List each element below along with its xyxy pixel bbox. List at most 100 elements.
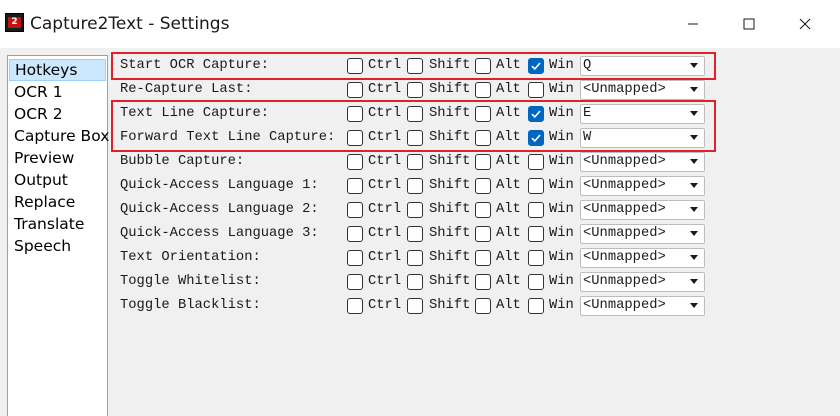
shift-checkbox[interactable] bbox=[407, 178, 423, 194]
ctrl-checkbox[interactable] bbox=[347, 298, 363, 314]
ctrl-checkbox[interactable] bbox=[347, 274, 363, 290]
alt-checkbox-label[interactable]: Alt bbox=[496, 249, 521, 267]
ctrl-checkbox[interactable] bbox=[347, 178, 363, 194]
key-dropdown-value: <Unmapped> bbox=[583, 226, 666, 241]
red-highlight-box bbox=[111, 100, 716, 152]
alt-checkbox[interactable] bbox=[475, 154, 491, 170]
sidebar-item-ocr-2[interactable]: OCR 2 bbox=[8, 103, 107, 125]
sidebar-item-output[interactable]: Output bbox=[8, 169, 107, 191]
alt-checkbox[interactable] bbox=[475, 226, 491, 242]
ctrl-checkbox-label[interactable]: Ctrl bbox=[368, 177, 401, 195]
shift-checkbox[interactable] bbox=[407, 226, 423, 242]
ctrl-checkbox[interactable] bbox=[347, 202, 363, 218]
alt-checkbox-label[interactable]: Alt bbox=[496, 201, 521, 219]
hotkey-row-quick-access-language-3: Quick-Access Language 3: Ctrl Shift Alt Win <… bbox=[120, 223, 710, 245]
key-dropdown-value: <Unmapped> bbox=[583, 178, 666, 193]
maximize-button[interactable] bbox=[721, 4, 777, 44]
shift-checkbox-label[interactable]: Shift bbox=[429, 81, 470, 99]
close-button[interactable] bbox=[777, 4, 833, 44]
key-dropdown-value: <Unmapped> bbox=[583, 82, 666, 97]
win-checkbox-label[interactable]: Win bbox=[549, 249, 574, 267]
alt-checkbox-label[interactable]: Alt bbox=[496, 153, 521, 171]
key-dropdown-value: <Unmapped> bbox=[583, 250, 666, 265]
key-dropdown[interactable]: <Unmapped> bbox=[580, 224, 705, 244]
win-checkbox[interactable] bbox=[528, 202, 544, 218]
win-checkbox[interactable] bbox=[528, 250, 544, 266]
shift-checkbox[interactable] bbox=[407, 298, 423, 314]
shift-checkbox-label[interactable]: Shift bbox=[429, 249, 470, 267]
win-checkbox-label[interactable]: Win bbox=[549, 201, 574, 219]
hotkey-label: Quick-Access Language 2: bbox=[120, 202, 319, 217]
ctrl-checkbox-label[interactable]: Ctrl bbox=[368, 153, 401, 171]
ctrl-checkbox-label[interactable]: Ctrl bbox=[368, 249, 401, 267]
alt-checkbox[interactable] bbox=[475, 82, 491, 98]
alt-checkbox-label[interactable]: Alt bbox=[496, 273, 521, 291]
shift-checkbox[interactable] bbox=[407, 274, 423, 290]
key-dropdown[interactable]: <Unmapped> bbox=[580, 248, 705, 268]
shift-checkbox-label[interactable]: Shift bbox=[429, 297, 470, 315]
win-checkbox-label[interactable]: Win bbox=[549, 81, 574, 99]
win-checkbox-label[interactable]: Win bbox=[549, 273, 574, 291]
shift-checkbox-label[interactable]: Shift bbox=[429, 153, 470, 171]
win-checkbox[interactable] bbox=[528, 82, 544, 98]
win-checkbox-label[interactable]: Win bbox=[549, 297, 574, 315]
alt-checkbox[interactable] bbox=[475, 298, 491, 314]
shift-checkbox-label[interactable]: Shift bbox=[429, 225, 470, 243]
alt-checkbox-label[interactable]: Alt bbox=[496, 225, 521, 243]
alt-checkbox[interactable] bbox=[475, 250, 491, 266]
maximize-icon bbox=[743, 18, 755, 30]
shift-checkbox-label[interactable]: Shift bbox=[429, 177, 470, 195]
chevron-down-icon bbox=[690, 183, 698, 188]
alt-checkbox-label[interactable]: Alt bbox=[496, 81, 521, 99]
sidebar-item-ocr-1[interactable]: OCR 1 bbox=[8, 81, 107, 103]
sidebar-item-replace[interactable]: Replace bbox=[8, 191, 107, 213]
alt-checkbox[interactable] bbox=[475, 274, 491, 290]
sidebar-item-capture-box[interactable]: Capture Box bbox=[8, 125, 109, 147]
ctrl-checkbox-label[interactable]: Ctrl bbox=[368, 297, 401, 315]
key-dropdown[interactable]: <Unmapped> bbox=[580, 80, 705, 100]
win-checkbox[interactable] bbox=[528, 298, 544, 314]
win-checkbox[interactable] bbox=[528, 274, 544, 290]
shift-checkbox[interactable] bbox=[407, 202, 423, 218]
ctrl-checkbox-label[interactable]: Ctrl bbox=[368, 201, 401, 219]
win-checkbox[interactable] bbox=[528, 154, 544, 170]
shift-checkbox[interactable] bbox=[407, 82, 423, 98]
close-icon bbox=[799, 18, 811, 30]
ctrl-checkbox[interactable] bbox=[347, 250, 363, 266]
sidebar-item-hotkeys[interactable]: Hotkeys bbox=[9, 59, 106, 81]
ctrl-checkbox[interactable] bbox=[347, 226, 363, 242]
hotkey-label: Toggle Whitelist: bbox=[120, 274, 261, 289]
sidebar-item-preview[interactable]: Preview bbox=[8, 147, 107, 169]
red-highlight-box bbox=[111, 52, 716, 80]
win-checkbox-label[interactable]: Win bbox=[549, 177, 574, 195]
win-checkbox-label[interactable]: Win bbox=[549, 225, 574, 243]
chevron-down-icon bbox=[690, 255, 698, 260]
shift-checkbox-label[interactable]: Shift bbox=[429, 273, 470, 291]
alt-checkbox-label[interactable]: Alt bbox=[496, 177, 521, 195]
sidebar-item-speech[interactable]: Speech bbox=[8, 235, 107, 257]
minimize-button[interactable] bbox=[665, 4, 721, 44]
alt-checkbox[interactable] bbox=[475, 202, 491, 218]
hotkey-label: Quick-Access Language 3: bbox=[120, 226, 319, 241]
win-checkbox[interactable] bbox=[528, 226, 544, 242]
alt-checkbox-label[interactable]: Alt bbox=[496, 297, 521, 315]
sidebar-item-translate[interactable]: Translate bbox=[8, 213, 107, 235]
key-dropdown[interactable]: <Unmapped> bbox=[580, 176, 705, 196]
win-checkbox[interactable] bbox=[528, 178, 544, 194]
key-dropdown[interactable]: <Unmapped> bbox=[580, 152, 705, 172]
shift-checkbox-label[interactable]: Shift bbox=[429, 201, 470, 219]
ctrl-checkbox-label[interactable]: Ctrl bbox=[368, 81, 401, 99]
ctrl-checkbox[interactable] bbox=[347, 154, 363, 170]
hotkey-row-re-capture-last: Re-Capture Last: Ctrl Shift Alt Win <Unmapped… bbox=[120, 79, 710, 101]
alt-checkbox[interactable] bbox=[475, 178, 491, 194]
ctrl-checkbox-label[interactable]: Ctrl bbox=[368, 273, 401, 291]
ctrl-checkbox-label[interactable]: Ctrl bbox=[368, 225, 401, 243]
key-dropdown[interactable]: <Unmapped> bbox=[580, 272, 705, 292]
shift-checkbox[interactable] bbox=[407, 154, 423, 170]
settings-category-list[interactable]: Hotkeys OCR 1 OCR 2 Capture Box Preview Outpu… bbox=[7, 55, 109, 416]
shift-checkbox[interactable] bbox=[407, 250, 423, 266]
key-dropdown[interactable]: <Unmapped> bbox=[580, 200, 705, 220]
key-dropdown[interactable]: <Unmapped> bbox=[580, 296, 705, 316]
ctrl-checkbox[interactable] bbox=[347, 82, 363, 98]
win-checkbox-label[interactable]: Win bbox=[549, 153, 574, 171]
